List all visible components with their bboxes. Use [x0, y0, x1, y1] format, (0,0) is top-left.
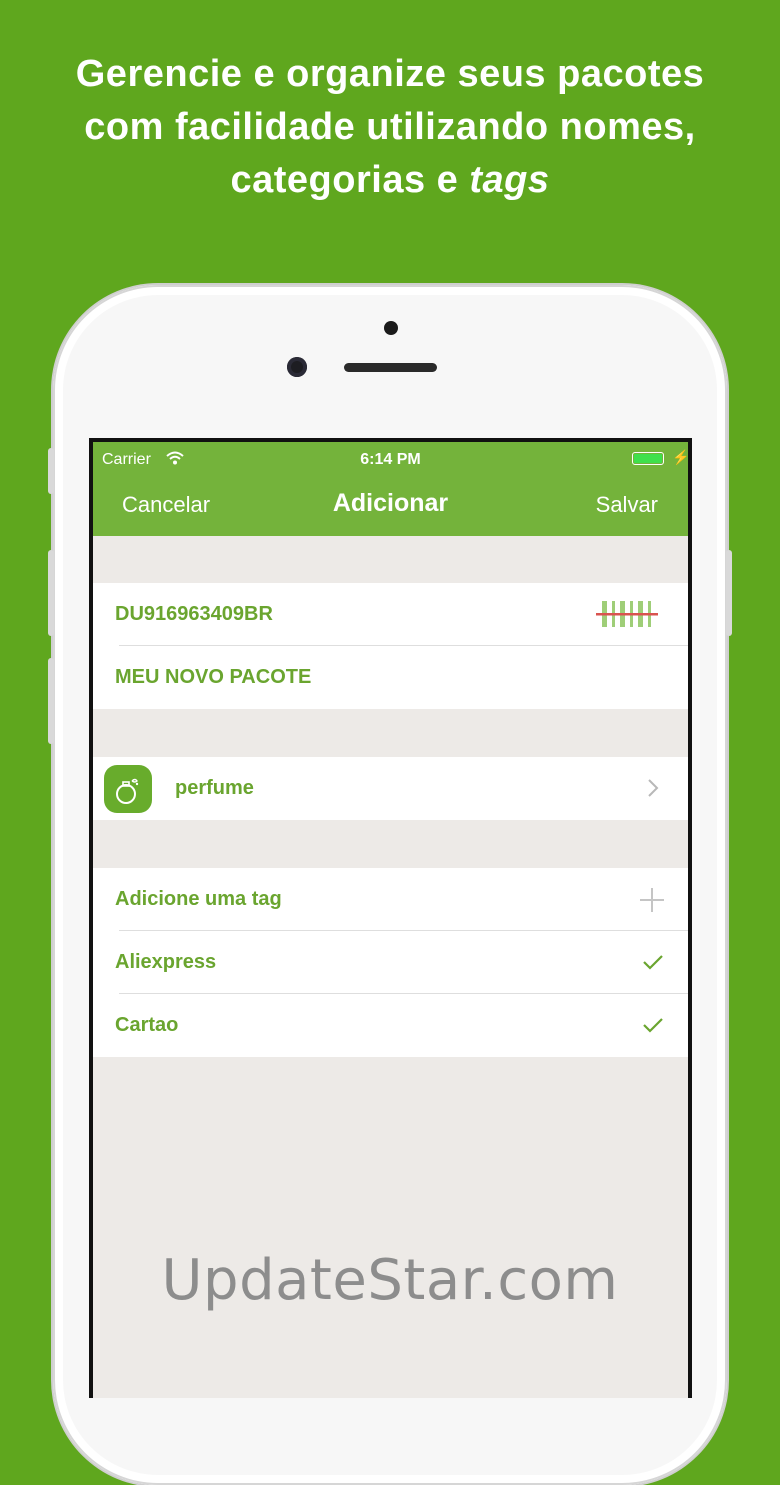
plus-icon[interactable] [639, 887, 665, 913]
watermark: UpdateStar.com [161, 1248, 619, 1313]
tags-group: Adicione uma tag Aliexpress Cartao [93, 868, 688, 1057]
earpiece-speaker [344, 363, 437, 372]
charging-icon: ⚡ [672, 449, 690, 465]
category-label: perfume [175, 777, 254, 799]
checkmark-icon [643, 955, 663, 970]
perfume-icon [104, 765, 152, 813]
phone-volume-down [48, 658, 54, 744]
tracking-code-field[interactable]: DU916963409BR [115, 583, 273, 646]
navigation-bar: Carrier 6:14 PM ⚡ Cancelar Adicionar Sal… [93, 442, 690, 536]
category-group: perfume [93, 757, 688, 820]
save-button[interactable]: Salvar [596, 492, 658, 518]
barcode-icon[interactable] [596, 599, 658, 629]
package-group: DU916963409BR MEU NOVO PACOTE [93, 583, 688, 709]
tag-row[interactable]: Aliexpress [93, 931, 688, 994]
headline-tags-word: tags [469, 159, 550, 201]
package-name-field[interactable]: MEU NOVO PACOTE [115, 646, 311, 709]
headline-line-1: Gerencie e organize seus pacotes [75, 53, 705, 95]
battery-icon [632, 452, 664, 465]
headline-line-3-text: categorias e [230, 159, 470, 201]
phone-power-button [726, 550, 732, 636]
status-time: 6:14 PM [360, 451, 421, 468]
proximity-sensor [384, 321, 398, 335]
headline: Gerencie e organize seus pacotes com fac… [0, 48, 780, 207]
tracking-code-row[interactable]: DU916963409BR [93, 583, 688, 646]
tag-label: Cartao [115, 1014, 179, 1036]
add-tag-row[interactable]: Adicione uma tag [93, 868, 688, 931]
chevron-right-icon [648, 779, 659, 797]
checkmark-icon [643, 1018, 663, 1033]
phone-side-button [48, 448, 54, 494]
tag-label: Aliexpress [115, 951, 217, 973]
package-name-row[interactable]: MEU NOVO PACOTE [93, 646, 688, 709]
headline-line-3: categorias e tags [0, 154, 780, 207]
category-row[interactable]: perfume [93, 757, 688, 820]
phone-volume-up [48, 550, 54, 636]
headline-line-2: com facilidade utilizando nomes, [84, 106, 696, 148]
tag-row[interactable]: Cartao [93, 994, 688, 1057]
front-camera [287, 357, 307, 377]
add-tag-label: Adicione uma tag [115, 888, 282, 910]
status-bar: Carrier 6:14 PM ⚡ [93, 448, 690, 476]
